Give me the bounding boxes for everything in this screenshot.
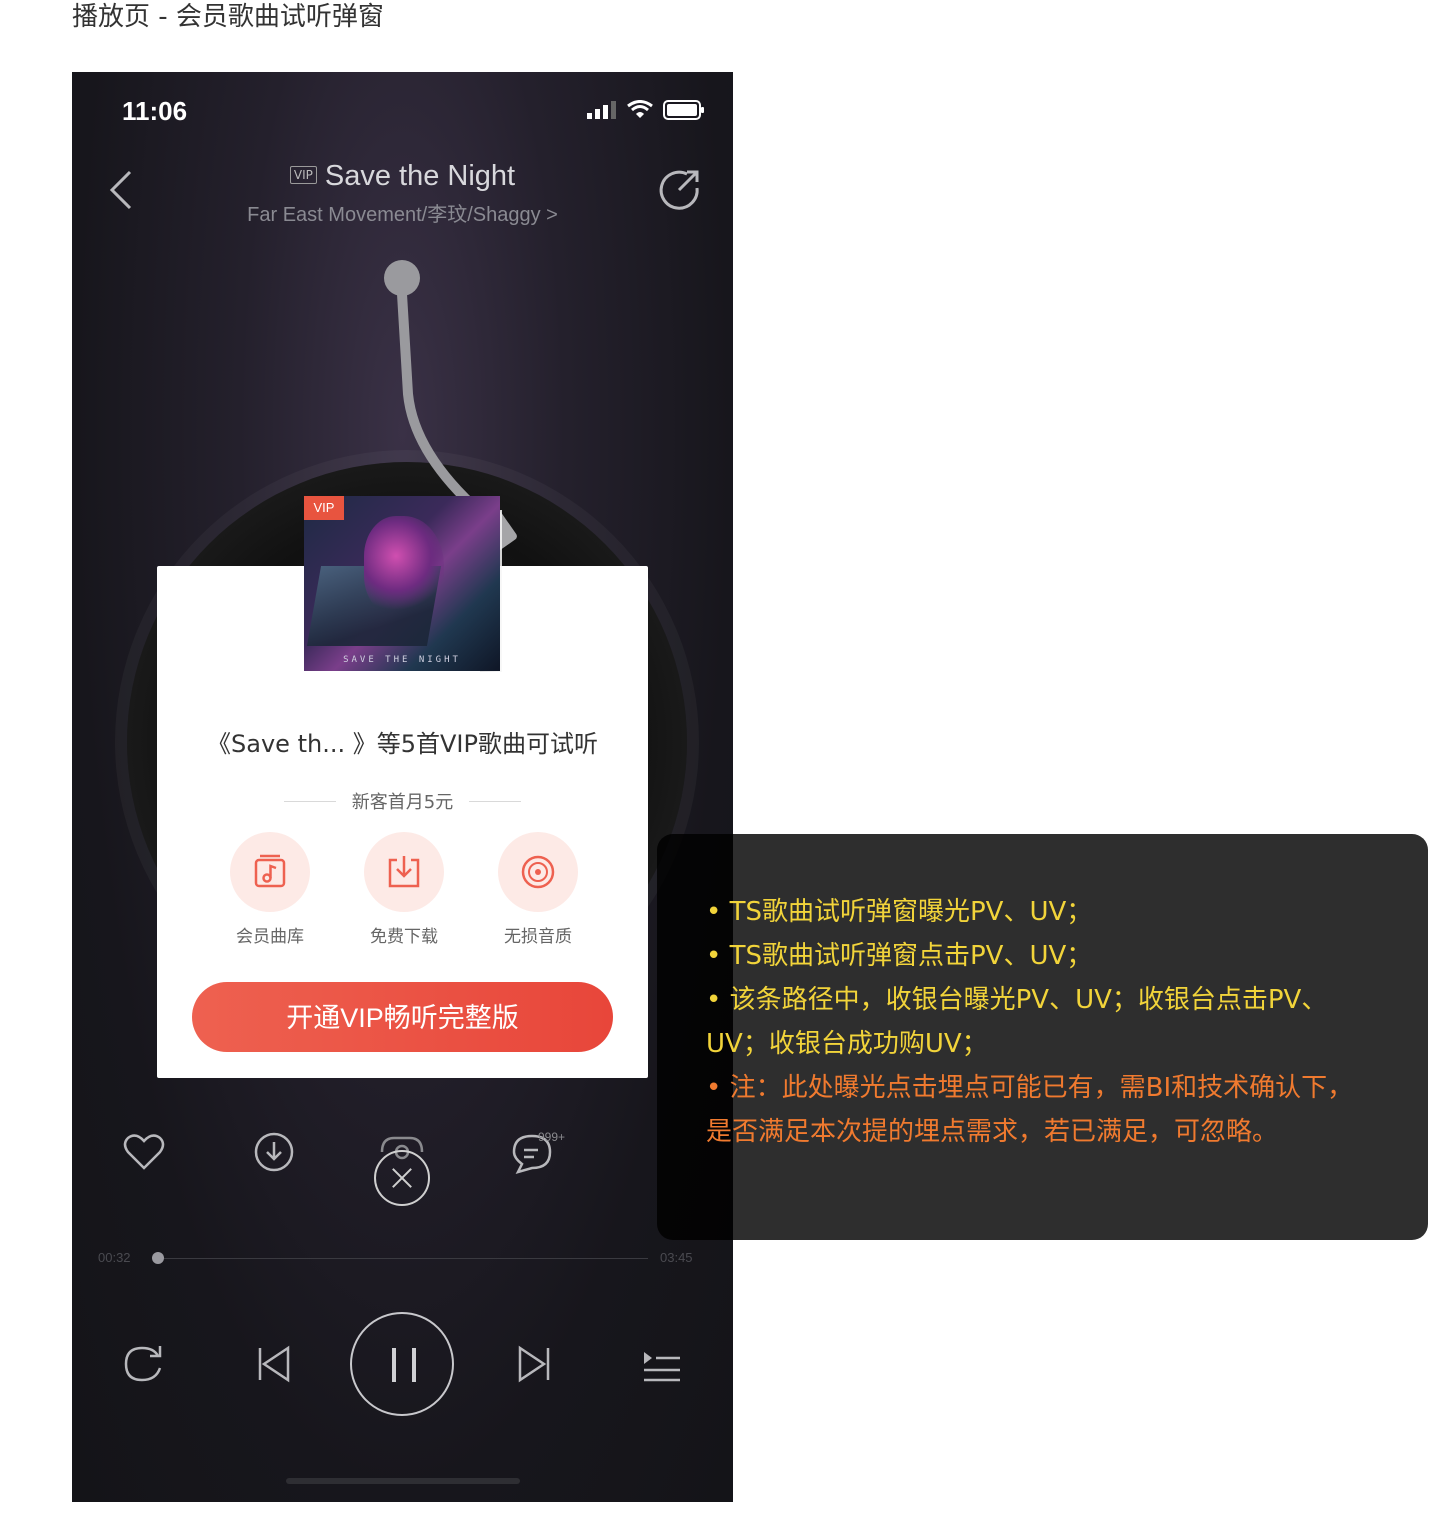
- time-total: 03:45: [660, 1250, 693, 1265]
- divider-left: [283, 800, 336, 802]
- benefit-lossless: 无损音质: [497, 832, 579, 947]
- vip-tag: VIP: [289, 166, 317, 184]
- artist-link[interactable]: Far East Movement/李玟/Shaggy >: [72, 198, 733, 227]
- progress-knob[interactable]: [152, 1252, 164, 1264]
- share-icon[interactable]: [657, 166, 703, 212]
- vip-benefits: 会员曲库 免费下载 无损音质: [229, 832, 579, 947]
- annotation-line: • 该条路径中，收银台曝光PV、UV；收银台点击PV、: [706, 985, 1328, 1015]
- comment-count: 999+: [538, 1130, 566, 1144]
- phone-screen: 11:06 VIP Save the Night Far East Movemen…: [72, 72, 733, 1502]
- annotation-line: • TS歌曲试听弹窗点击PV、UV；: [706, 941, 1093, 971]
- like-icon[interactable]: [122, 1132, 166, 1172]
- home-indicator: [286, 1478, 520, 1484]
- dialog-title: 《Save th... 》等5首VIP歌曲可试听: [207, 730, 598, 758]
- open-vip-button[interactable]: 开通VIP畅听完整版: [192, 982, 613, 1052]
- cover-figure: [364, 516, 444, 616]
- benefit-music-library: 会员曲库: [229, 832, 311, 947]
- next-icon[interactable]: [514, 1344, 554, 1384]
- repeat-icon[interactable]: [120, 1344, 166, 1384]
- cover-text: SAVE THE NIGHT: [343, 655, 461, 665]
- annotation-note-line: 是否满足本次提的埋点需求，若已满足，可忽略。: [706, 1117, 1279, 1147]
- status-icons: [587, 100, 705, 120]
- benefit-label: 免费下载: [370, 927, 438, 947]
- offer-row: 新客首月5元: [157, 788, 648, 814]
- battery-icon: [663, 100, 704, 120]
- download-action-icon[interactable]: [252, 1130, 296, 1174]
- benefit-label: 无损音质: [504, 927, 572, 947]
- pause-button[interactable]: [350, 1312, 454, 1416]
- playlist-icon[interactable]: [640, 1346, 682, 1384]
- song-title-row[interactable]: VIP Save the Night: [72, 160, 733, 193]
- annotation-note-line: • 注：此处曝光点击埋点可能已有，需BI和技术确认下，: [706, 1073, 1354, 1103]
- annotation-line: UV；收银台成功购UV；: [706, 1029, 988, 1059]
- close-dialog-button[interactable]: [374, 1150, 430, 1206]
- divider-right: [469, 800, 522, 802]
- status-time: 11:06: [122, 96, 188, 126]
- album-cover: SAVE THE NIGHT: [304, 496, 500, 671]
- signal-icon: [587, 101, 616, 119]
- progress-track[interactable]: [160, 1258, 648, 1259]
- wifi-icon: [627, 100, 653, 118]
- lossless-disc-icon: [498, 832, 578, 912]
- offer-text: 新客首月5元: [351, 792, 454, 813]
- page-caption: 播放页 - 会员歌曲试听弹窗: [72, 2, 384, 32]
- benefit-label: 会员曲库: [236, 927, 304, 947]
- download-icon: [364, 832, 444, 912]
- annotation-text: • TS歌曲试听弹窗曝光PV、UV； • TS歌曲试听弹窗点击PV、UV； • …: [706, 890, 1406, 1154]
- benefit-free-download: 免费下载: [363, 832, 445, 947]
- time-elapsed: 00:32: [98, 1250, 131, 1265]
- song-title: Save the Night: [324, 160, 516, 192]
- pause-icon: [392, 1348, 416, 1382]
- music-library-icon: [230, 832, 310, 912]
- album-vip-badge: VIP: [304, 496, 344, 520]
- previous-icon[interactable]: [254, 1344, 294, 1384]
- annotation-line: • TS歌曲试听弹窗曝光PV、UV；: [706, 897, 1093, 927]
